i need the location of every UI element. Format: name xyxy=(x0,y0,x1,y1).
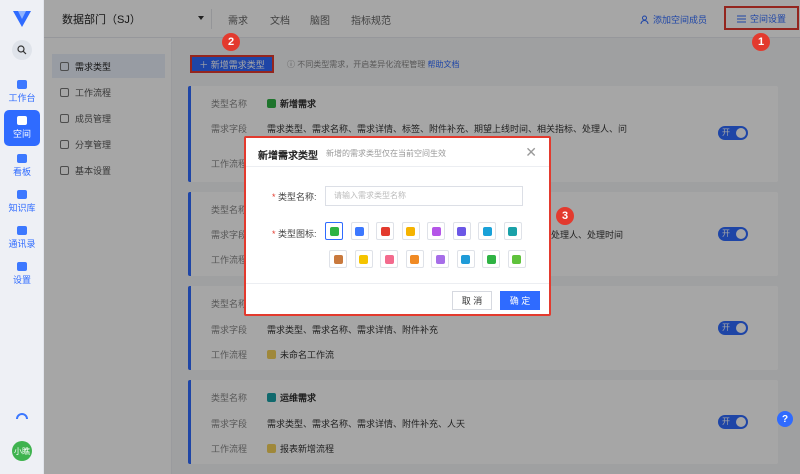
type-icon xyxy=(431,226,441,236)
icon-option[interactable] xyxy=(482,250,500,268)
type-icon xyxy=(329,226,339,236)
icon-option[interactable] xyxy=(431,250,449,268)
gear-icon xyxy=(17,262,27,271)
close-icon[interactable]: ✕ xyxy=(525,144,537,161)
type-name-input[interactable]: 请输入需求类型名称 xyxy=(325,186,523,206)
headset-icon[interactable] xyxy=(15,410,29,424)
rail-item-settings[interactable]: 设置 xyxy=(0,256,44,292)
type-icon xyxy=(457,226,466,236)
annotation-marker: 3 xyxy=(556,207,574,225)
icon-option[interactable] xyxy=(503,222,522,240)
grid-icon xyxy=(17,80,27,89)
type-icon-field-label: * 类型图标: xyxy=(272,229,317,239)
icon-option[interactable] xyxy=(478,222,496,240)
type-icon xyxy=(482,226,492,236)
type-icon xyxy=(508,226,517,236)
icon-option[interactable] xyxy=(350,222,369,240)
book-icon xyxy=(17,190,27,199)
icon-option[interactable] xyxy=(329,250,347,268)
icon-option[interactable] xyxy=(507,250,526,268)
type-icon xyxy=(512,254,521,264)
rail-item-knowledge[interactable]: 知识库 xyxy=(0,184,44,220)
confirm-button[interactable]: 确 定 xyxy=(500,291,540,310)
type-icon xyxy=(486,254,496,264)
type-icon xyxy=(333,254,343,264)
rail-item-space[interactable]: 空间 xyxy=(4,110,40,146)
cancel-button[interactable]: 取 消 xyxy=(452,291,492,310)
annotation-marker: 2 xyxy=(222,33,240,51)
help-button[interactable]: ? xyxy=(777,411,793,427)
icon-option[interactable] xyxy=(456,250,475,268)
new-type-dialog: 新增需求类型 新增的需求类型仅在当前空间生效 ✕ * 类型名称: 请输入需求类型… xyxy=(244,136,551,316)
type-icon xyxy=(410,254,419,264)
rail-item-contacts[interactable]: 通讯录 xyxy=(0,220,44,256)
type-icon xyxy=(359,254,368,264)
divider xyxy=(246,283,549,284)
type-icon xyxy=(435,254,445,264)
app-rail: 工作台 空间 看板 知识库 通讯录 设置 小瞧 xyxy=(0,0,44,474)
type-icon xyxy=(461,254,470,264)
icon-option[interactable] xyxy=(325,222,343,240)
divider xyxy=(246,166,549,167)
type-icon xyxy=(355,226,364,236)
dialog-title: 新增需求类型 xyxy=(258,151,318,162)
cube-icon xyxy=(17,116,27,125)
type-name-field-label: * 类型名称: xyxy=(272,192,317,202)
contacts-icon xyxy=(17,226,27,235)
type-icon xyxy=(384,254,394,264)
icon-option[interactable] xyxy=(380,250,398,268)
board-icon xyxy=(17,154,27,163)
dialog-subtitle: 新增的需求类型仅在当前空间生效 xyxy=(326,149,446,158)
icon-option[interactable] xyxy=(401,222,420,240)
icon-option[interactable] xyxy=(376,222,394,240)
app-logo-icon[interactable] xyxy=(12,10,32,28)
avatar[interactable]: 小瞧 xyxy=(12,441,32,461)
search-icon[interactable] xyxy=(12,40,32,60)
icon-option[interactable] xyxy=(452,222,471,240)
rail-item-workbench[interactable]: 工作台 xyxy=(0,74,44,110)
type-icon xyxy=(406,226,415,236)
icon-option[interactable] xyxy=(427,222,445,240)
icon-option[interactable] xyxy=(405,250,424,268)
rail-item-board[interactable]: 看板 xyxy=(0,148,44,184)
icon-option[interactable] xyxy=(354,250,373,268)
type-icon xyxy=(380,226,390,236)
annotation-marker: 1 xyxy=(752,33,770,51)
